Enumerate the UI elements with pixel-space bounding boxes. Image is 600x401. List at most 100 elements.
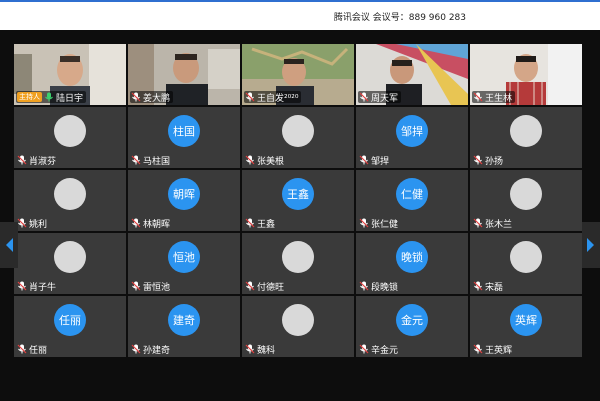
participant-tile[interactable]: 英辉王英辉 xyxy=(470,296,582,357)
mic-muted-icon xyxy=(245,281,255,291)
participant-tile[interactable]: 任丽 任丽 xyxy=(14,296,126,357)
profile-picture-avatar xyxy=(510,178,542,210)
mic-muted-icon xyxy=(359,155,369,165)
profile-picture-avatar xyxy=(510,115,542,147)
participant-name: 张美根 xyxy=(257,156,285,167)
mic-on-icon xyxy=(45,92,53,102)
participant-tile[interactable]: 孙扬 xyxy=(470,107,582,168)
participant-name: 段晚锁 xyxy=(371,282,399,293)
participant-tile[interactable]: 建奇孙建奇 xyxy=(128,296,240,357)
participant-tile[interactable]: 张木兰 xyxy=(470,170,582,231)
title-bar: 腾讯会议 会议号：889 960 283 xyxy=(0,0,600,30)
participant-tile[interactable]: 王自发²⁰²⁰ xyxy=(242,44,354,105)
participant-nameplate: 孙扬 xyxy=(472,154,506,167)
participant-tile[interactable]: 姚利 xyxy=(14,170,126,231)
mic-muted-icon xyxy=(359,218,369,228)
participant-tile[interactable]: 王鑫 王鑫 xyxy=(242,170,354,231)
participant-nameplate: 周天军 xyxy=(358,91,402,104)
participant-tile[interactable]: 张美根 xyxy=(242,107,354,168)
participant-tile[interactable]: 王生林 xyxy=(470,44,582,105)
participant-tile[interactable]: 肖淑芬 xyxy=(14,107,126,168)
mic-muted-icon xyxy=(245,155,255,165)
participant-nameplate: 王鑫 xyxy=(244,217,278,230)
previous-page-button[interactable] xyxy=(0,222,18,268)
text-avatar: 建奇 xyxy=(168,304,200,336)
mic-muted-icon xyxy=(245,92,255,102)
mic-muted-icon xyxy=(17,218,27,228)
participant-nameplate: 王生林 xyxy=(472,91,516,104)
text-avatar: 金元 xyxy=(396,304,428,336)
participant-tile[interactable]: 周天军 xyxy=(356,44,468,105)
text-avatar: 恒池 xyxy=(168,241,200,273)
participant-nameplate: 王英辉 xyxy=(472,343,515,356)
participant-name: 付德旺 xyxy=(257,282,285,293)
mic-muted-icon xyxy=(17,281,27,291)
participant-name: 肖子牛 xyxy=(29,282,57,293)
mic-muted-icon xyxy=(473,281,483,291)
participant-name: 肖淑芬 xyxy=(29,156,57,167)
participant-nameplate: 宋磊 xyxy=(472,280,506,293)
title-bar-accent xyxy=(0,0,600,2)
mic-muted-icon xyxy=(17,155,27,165)
participant-tile[interactable]: 付德旺 xyxy=(242,233,354,294)
participant-name: 孙建奇 xyxy=(143,345,171,356)
text-avatar: 英辉 xyxy=(510,304,542,336)
participant-tile[interactable]: 晚锁段晚锁 xyxy=(356,233,468,294)
mic-muted-icon xyxy=(131,92,141,102)
participant-nameplate: 张仁健 xyxy=(358,217,401,230)
mic-muted-icon xyxy=(359,92,369,102)
participant-nameplate: 王自发²⁰²⁰ xyxy=(244,91,302,104)
participant-nameplate: 肖淑芬 xyxy=(16,154,59,167)
chevron-left-icon xyxy=(6,238,13,252)
participant-nameplate: 段晚锁 xyxy=(358,280,401,293)
profile-picture-avatar xyxy=(54,178,86,210)
participant-tile[interactable]: 柱国马柱国 xyxy=(128,107,240,168)
participant-name: 张仁健 xyxy=(371,219,399,230)
participant-nameplate: 任丽 xyxy=(16,343,50,356)
participant-name: 任丽 xyxy=(29,345,48,356)
participant-tile[interactable]: 魏科 xyxy=(242,296,354,357)
participant-name: 宋磊 xyxy=(485,282,504,293)
text-avatar: 晚锁 xyxy=(396,241,428,273)
participant-tile[interactable]: 恒池 雷恒池 xyxy=(128,233,240,294)
participant-nameplate: 邹捍 xyxy=(358,154,392,167)
participant-name: 马柱国 xyxy=(143,156,171,167)
participant-name: 陆日宇 xyxy=(56,93,84,104)
mic-muted-icon xyxy=(131,344,141,354)
profile-picture-avatar xyxy=(510,241,542,273)
participant-name: 姚利 xyxy=(29,219,48,230)
participant-nameplate: 辛金元 xyxy=(358,343,401,356)
participant-tile[interactable]: 金元辛金元 xyxy=(356,296,468,357)
participant-nameplate: 姚利 xyxy=(16,217,50,230)
text-avatar: 任丽 xyxy=(54,304,86,336)
mic-muted-icon xyxy=(245,218,255,228)
participant-name: 林朝晖 xyxy=(143,219,171,230)
profile-picture-avatar xyxy=(282,304,314,336)
participant-tile[interactable]: 邹捍 邹捍 xyxy=(356,107,468,168)
participant-nameplate: 马柱国 xyxy=(130,154,173,167)
mic-muted-icon xyxy=(17,344,27,354)
participant-name: 王自发²⁰²⁰ xyxy=(257,93,299,104)
mic-muted-icon xyxy=(473,218,483,228)
participant-nameplate: 林朝晖 xyxy=(130,217,173,230)
participant-tile[interactable]: 主持人 陆日宇 xyxy=(14,44,126,105)
participant-nameplate: 主持人 陆日宇 xyxy=(16,91,87,104)
participant-nameplate: 张木兰 xyxy=(472,217,515,230)
next-page-button[interactable] xyxy=(582,222,600,268)
mic-muted-icon xyxy=(473,92,483,102)
text-avatar: 柱国 xyxy=(168,115,200,147)
mic-muted-icon xyxy=(359,344,369,354)
participant-name: 邹捍 xyxy=(371,156,390,167)
video-gallery: 主持人 陆日宇 姜大鹏 王自发²⁰²⁰ 周天军 王生林 肖淑芬 柱国 马柱国 张美根 邹捍 邹捍 孙扬姚… xyxy=(0,30,600,401)
participant-tile[interactable]: 朝晖 林朝晖 xyxy=(128,170,240,231)
profile-picture-avatar xyxy=(54,241,86,273)
participant-tile[interactable]: 肖子牛 xyxy=(14,233,126,294)
participant-tile[interactable]: 仁健张仁健 xyxy=(356,170,468,231)
participant-tile[interactable]: 姜大鹏 xyxy=(128,44,240,105)
mic-muted-icon xyxy=(131,218,141,228)
mic-muted-icon xyxy=(131,281,141,291)
text-avatar: 仁健 xyxy=(396,178,428,210)
chevron-right-icon xyxy=(587,238,594,252)
participant-name: 王英辉 xyxy=(485,345,513,356)
participant-tile[interactable]: 宋磊 xyxy=(470,233,582,294)
